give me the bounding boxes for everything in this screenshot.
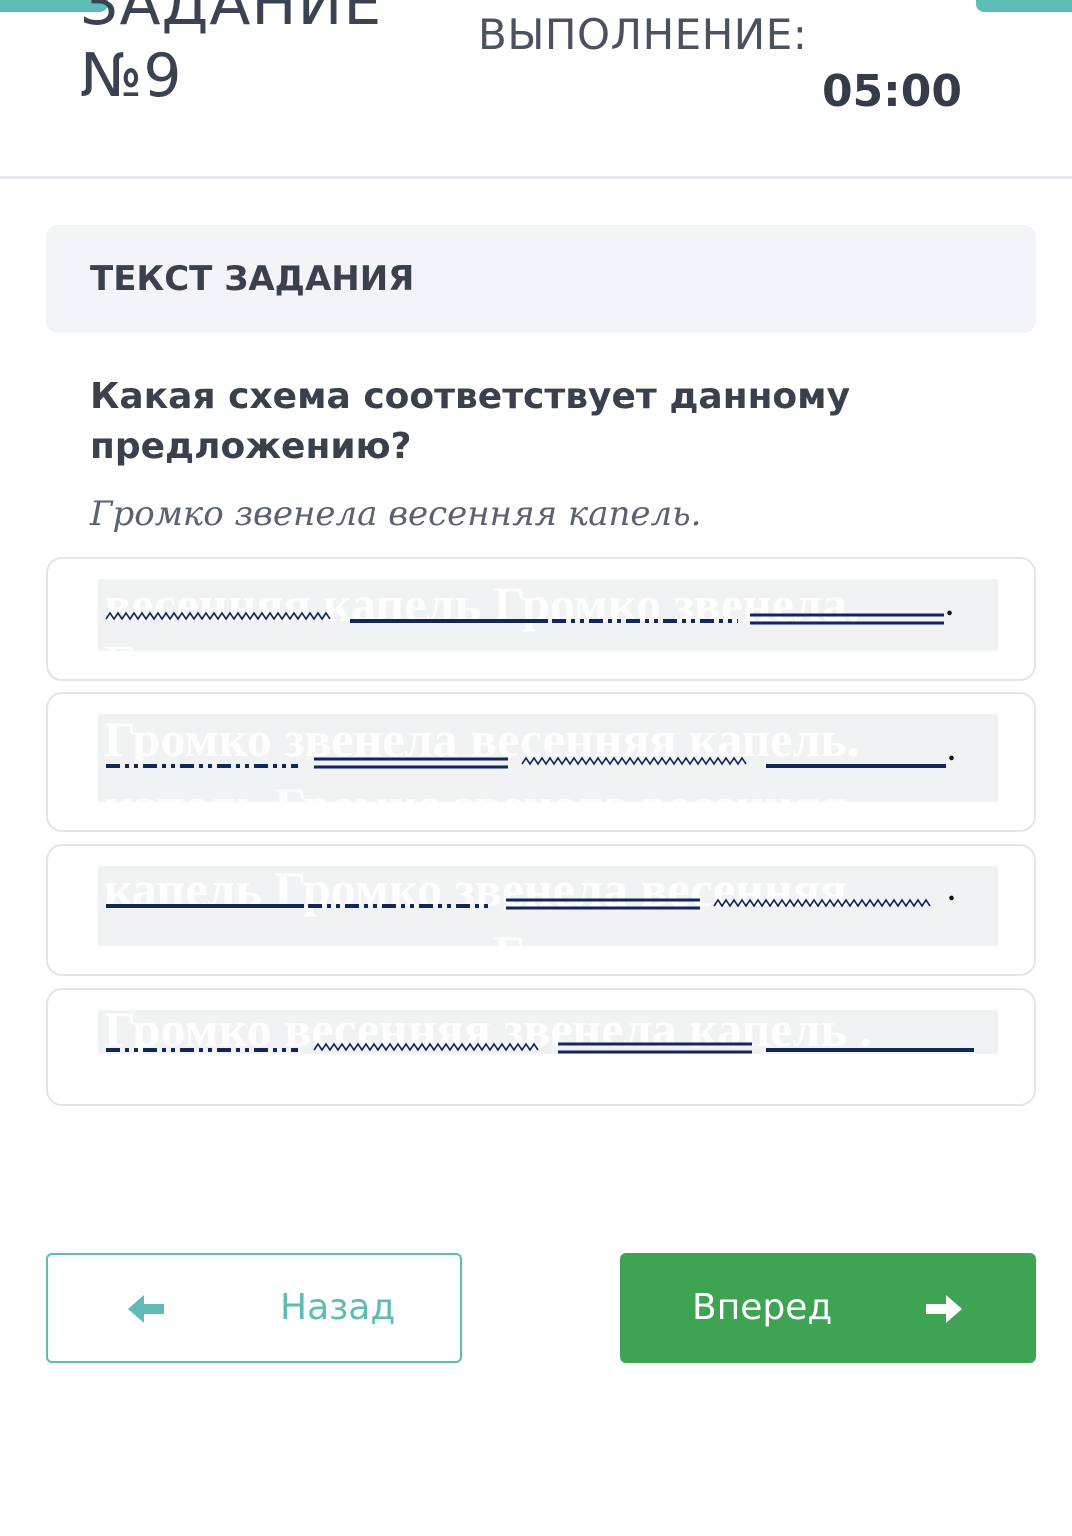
wavy-underline <box>313 1042 539 1052</box>
next-button-label: Вперед <box>692 1287 833 1328</box>
answer-option-1[interactable]: весенняя капель Громко звенела. Громко з… <box>46 557 1036 681</box>
back-button-label: Назад <box>280 1287 396 1328</box>
question-text: Какая схема соответствует данному предло… <box>90 376 851 467</box>
arrow-right-icon <box>926 1295 962 1323</box>
sentence-end-mark: . <box>946 591 953 622</box>
answer-option-4[interactable]: Громко весенняя звенела капель . <box>46 988 1036 1106</box>
sentence-scheme-4 <box>106 1042 974 1054</box>
section-title: ТЕКСТ ЗАДАНИЯ <box>90 259 415 299</box>
scheme-image-3: капель Громко звенела весенняя. весенняя… <box>98 866 998 946</box>
example-sentence: Громко звенела весенняя капель. <box>90 494 702 534</box>
task-number: №9 <box>80 41 183 111</box>
scheme-image-2: Громко звенела весенняя капель. капель Г… <box>98 714 998 802</box>
wavy-underline <box>713 898 931 908</box>
answer-option-2[interactable]: Громко звенела весенняя капель. капель Г… <box>46 692 1036 832</box>
timer: 05:00 <box>821 66 962 117</box>
back-button[interactable]: Назад <box>46 1253 462 1363</box>
scheme-image-4: Громко весенняя звенела капель . <box>98 1010 998 1054</box>
sentence-scheme-3: . <box>106 876 955 910</box>
next-button[interactable]: Вперед <box>620 1253 1036 1363</box>
task-title: ЗАДАНИЕ №9 <box>80 0 382 112</box>
arrow-left-icon <box>128 1295 164 1323</box>
sentence-scheme-1: . <box>105 591 953 625</box>
sentence-end-mark: . <box>948 736 955 767</box>
sentence-scheme-2: . <box>106 736 955 769</box>
header-divider <box>0 176 1072 179</box>
wavy-underline <box>521 756 747 766</box>
sentence-end-mark: . <box>948 876 955 907</box>
top-tab-right <box>976 0 1072 12</box>
execution-label: ВЫПОЛНЕНИЕ: <box>478 10 808 59</box>
task-text-section: ТЕКСТ ЗАДАНИЯ <box>46 225 1036 333</box>
task-title-word: ЗАДАНИЕ <box>80 0 383 39</box>
scheme-image-1: весенняя капель Громко звенела. Громко з… <box>98 579 998 651</box>
wavy-underline <box>105 611 331 621</box>
answer-option-3[interactable]: капель Громко звенела весенняя. весенняя… <box>46 844 1036 976</box>
